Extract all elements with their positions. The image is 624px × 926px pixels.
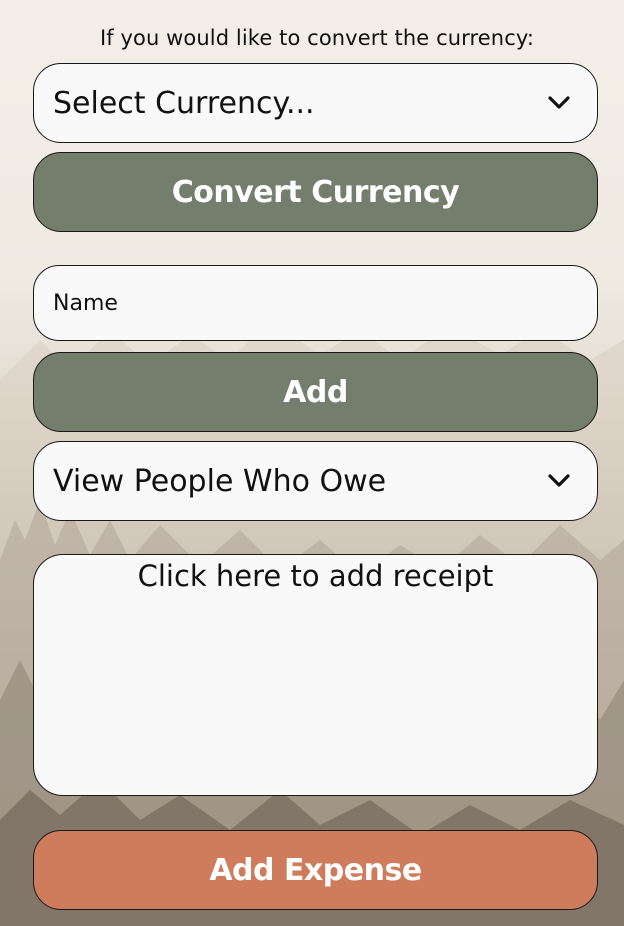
expense-form: If you would like to convert the currenc… bbox=[0, 0, 624, 926]
add-expense-button[interactable]: Add Expense bbox=[33, 830, 598, 910]
receipt-upload-area[interactable]: Click here to add receipt bbox=[33, 554, 598, 796]
name-input[interactable] bbox=[33, 265, 598, 341]
people-who-owe-select[interactable]: View People Who Owe bbox=[33, 441, 598, 521]
receipt-upload-label: Click here to add receipt bbox=[137, 559, 494, 593]
currency-select[interactable]: Select Currency... bbox=[33, 63, 598, 143]
currency-select-label: Select Currency... bbox=[53, 85, 315, 121]
chevron-down-icon bbox=[547, 473, 571, 489]
convert-currency-button[interactable]: Convert Currency bbox=[33, 152, 598, 232]
chevron-down-icon bbox=[547, 95, 571, 111]
add-person-button[interactable]: Add bbox=[33, 352, 598, 432]
convert-currency-prompt: If you would like to convert the currenc… bbox=[99, 26, 535, 50]
people-who-owe-label: View People Who Owe bbox=[53, 463, 387, 499]
